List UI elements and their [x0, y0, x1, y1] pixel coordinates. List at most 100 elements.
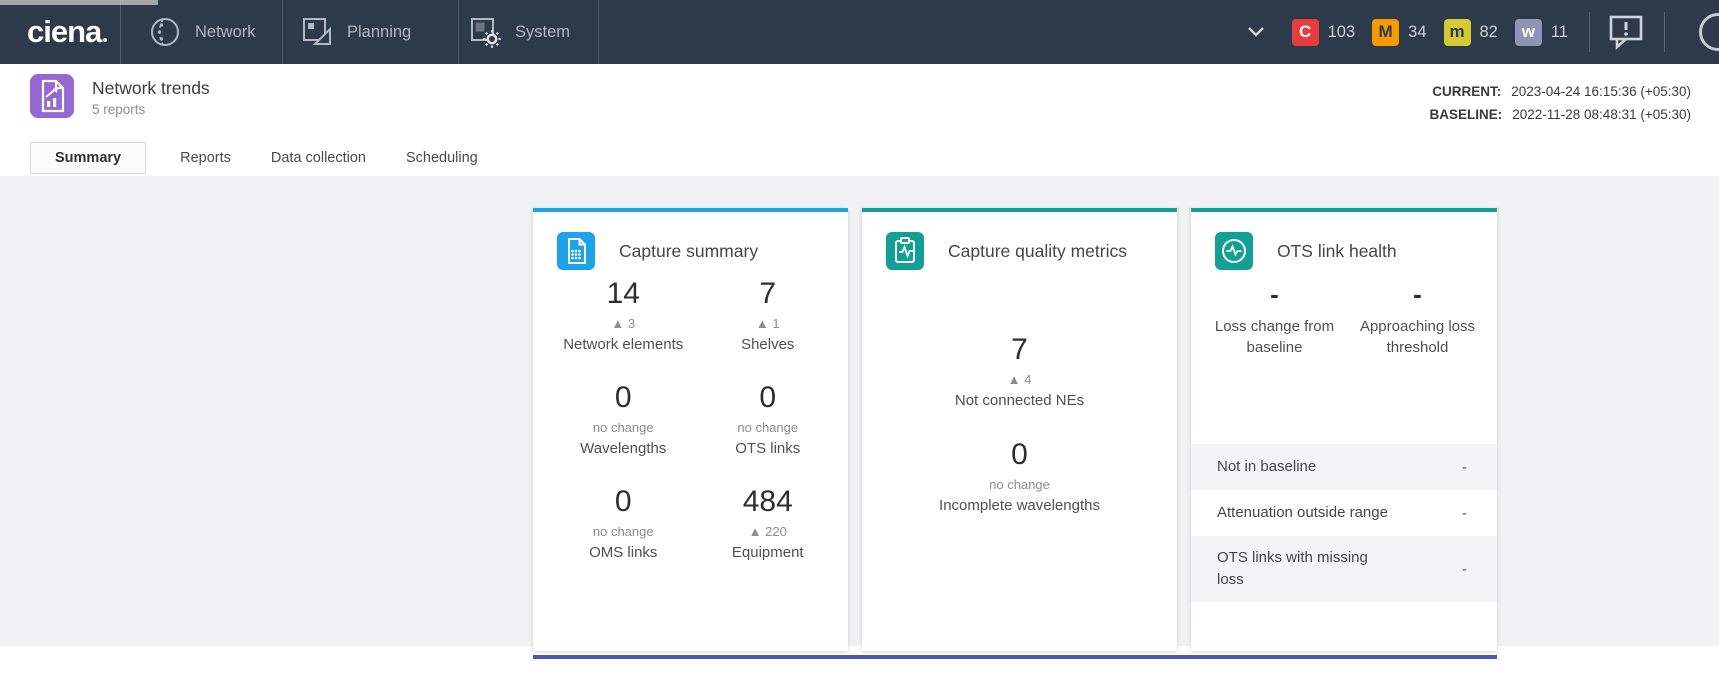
timestamps: CURRENT: 2023-04-24 16:15:36 (+05:30) BA…: [1429, 80, 1691, 126]
stat-label: Approaching loss threshold: [1359, 318, 1476, 356]
stat-change: no change: [989, 477, 1050, 492]
nav-label-network: Network: [195, 22, 256, 41]
stat-value: 0: [759, 381, 777, 414]
stat-value: 7: [759, 277, 777, 310]
baseline-value: 2022-11-28 08:48:31 (+05:30): [1512, 107, 1691, 122]
page-title: Network trends: [92, 78, 210, 98]
stat-label: Wavelengths: [580, 440, 667, 457]
nav-item-planning[interactable]: Planning: [300, 0, 411, 64]
tab-scheduling[interactable]: Scheduling: [386, 143, 498, 173]
stat-network-elements: 14 ▲ 3 Network elements: [551, 276, 696, 355]
stat-label: OTS links: [735, 440, 801, 457]
stat-change: no change: [592, 420, 654, 435]
major-alarm-badge[interactable]: M: [1372, 18, 1400, 46]
stat-value: 7: [1011, 333, 1028, 366]
link-health-stats: - Loss change from baseline - Approachin…: [1203, 276, 1489, 358]
warning-alarm-badge[interactable]: w: [1514, 18, 1542, 46]
tab-bar: Summary Reports Data collection Scheduli…: [30, 140, 498, 176]
minor-alarm-count: 82: [1479, 22, 1498, 41]
nav-item-network[interactable]: Network: [148, 0, 256, 64]
current-label: CURRENT:: [1432, 84, 1502, 99]
baseline-label: BASELINE:: [1429, 107, 1503, 122]
stat-value: -: [1413, 279, 1422, 309]
nav-item-system[interactable]: System: [468, 0, 570, 64]
notifications-icon[interactable]: [1608, 14, 1646, 50]
topbar-divider: [1589, 12, 1590, 52]
stat-ots-links: 0 no change OTS links: [696, 380, 841, 459]
tab-reports[interactable]: Reports: [160, 143, 251, 173]
topbar-divider: [598, 0, 599, 64]
logo-dot: [103, 38, 108, 42]
tab-summary[interactable]: Summary: [30, 142, 147, 174]
top-edge-strip: [0, 0, 158, 5]
screen: ciena Network Planning System C 103 M 34…: [0, 0, 1719, 674]
card-title: Capture quality metrics: [948, 241, 1127, 261]
nav-label-system: System: [515, 22, 571, 41]
critical-alarm-badge[interactable]: C: [1291, 18, 1319, 46]
baseline-timestamp: BASELINE: 2022-11-28 08:48:31 (+05:30): [1429, 103, 1691, 126]
chevron-down-icon[interactable]: [1246, 26, 1266, 38]
row-value: -: [1462, 458, 1467, 476]
stat-value: -: [1270, 279, 1279, 309]
card-capture-quality-metrics: Capture quality metrics 7 ▲ 4 Not connec…: [862, 208, 1177, 651]
stat-label: Not connected NEs: [954, 392, 1085, 409]
quality-metrics-icon: [886, 232, 924, 270]
topbar-divider: [1664, 12, 1665, 52]
nav-label-planning: Planning: [347, 22, 412, 41]
network-trends-app-icon: [30, 74, 74, 118]
stat-approaching-threshold: - Approaching loss threshold: [1346, 276, 1489, 358]
stat-label: Equipment: [731, 544, 804, 561]
user-avatar-icon[interactable]: [1699, 13, 1719, 51]
topbar-right-cluster: C 103 M 34 m 82 w 11: [1246, 0, 1719, 64]
current-timestamp: CURRENT: 2023-04-24 16:15:36 (+05:30): [1429, 80, 1691, 103]
stat-value: 0: [1011, 438, 1028, 471]
row-label: Attenuation outside range: [1217, 504, 1388, 521]
tab-data-collection[interactable]: Data collection: [251, 143, 386, 173]
stat-wavelengths: 0 no change Wavelengths: [551, 380, 696, 459]
globe-icon: [148, 15, 182, 49]
stat-label: Loss change from baseline: [1214, 318, 1335, 356]
capture-summary-icon: [557, 232, 595, 270]
stat-not-connected-nes: 7 ▲ 4 Not connected NEs: [862, 332, 1177, 411]
row-attenuation-outside-range: Attenuation outside range -: [1191, 490, 1497, 536]
row-label: OTS links with missing loss: [1217, 549, 1368, 588]
page-header: Network trends 5 reports CURRENT: 2023-0…: [0, 64, 1719, 140]
row-value: -: [1462, 504, 1467, 522]
capture-summary-stats: 14 ▲ 3 Network elements 7 ▲ 1 Shelves 0 …: [551, 276, 840, 563]
system-gear-icon: [468, 15, 502, 49]
stat-value: 0: [614, 485, 632, 518]
card-title: OTS link health: [1277, 241, 1397, 261]
topbar-divider: [282, 0, 283, 64]
topbar-divider: [458, 0, 459, 64]
row-value: -: [1462, 560, 1467, 578]
warning-alarm-count: 11: [1550, 22, 1568, 41]
card-ots-link-health: OTS link health - Loss change from basel…: [1191, 208, 1497, 651]
topbar-divider: [120, 0, 121, 64]
ciena-logo: ciena: [27, 14, 108, 50]
card-title: Capture summary: [619, 241, 759, 261]
stat-change: ▲ 4: [1007, 372, 1032, 387]
top-nav-bar: ciena Network Planning System C 103 M 34…: [0, 0, 1719, 64]
stat-change: ▲ 1: [755, 316, 780, 331]
quality-metrics-stats: 7 ▲ 4 Not connected NEs 0 no change Inco…: [862, 332, 1177, 516]
row-not-in-baseline: Not in baseline -: [1191, 444, 1497, 490]
stat-change: no change: [737, 420, 799, 435]
major-alarm-count: 34: [1408, 22, 1427, 41]
link-health-rows: Not in baseline - Attenuation outside ra…: [1191, 444, 1497, 602]
stat-value: 0: [614, 381, 632, 414]
report-count: 5 reports: [92, 102, 146, 117]
link-health-icon: [1215, 232, 1253, 270]
row-ots-links-missing-loss: OTS links with missing loss -: [1191, 536, 1497, 602]
stat-label: OMS links: [589, 544, 658, 561]
minor-alarm-badge[interactable]: m: [1443, 18, 1471, 46]
critical-alarm-count: 103: [1327, 22, 1356, 41]
stat-label: Incomplete wavelengths: [939, 497, 1100, 514]
stat-change: no change: [592, 524, 654, 539]
bottom-accent-line: [533, 655, 1497, 659]
stat-incomplete-wavelengths: 0 no change Incomplete wavelengths: [862, 437, 1177, 516]
row-label: Not in baseline: [1217, 458, 1317, 475]
planning-icon: [300, 15, 334, 49]
stat-change: ▲ 220: [748, 524, 787, 539]
stat-value: 14: [606, 277, 640, 310]
stat-loss-change: - Loss change from baseline: [1203, 276, 1346, 358]
